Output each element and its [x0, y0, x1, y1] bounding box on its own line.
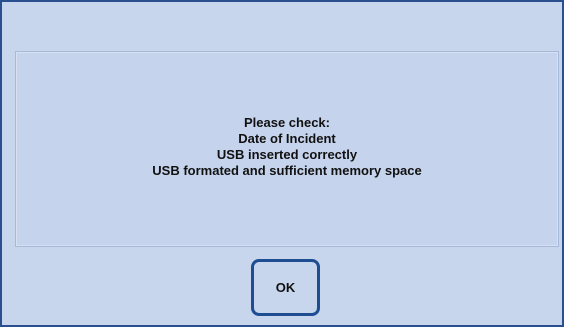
- message-line-date-of-incident: Date of Incident: [238, 131, 336, 146]
- message-line-please-check: Please check:: [243, 115, 330, 130]
- message-dialog: Please check: Date of Incident USB inser…: [0, 0, 564, 327]
- message-line-usb-formatted: USB formated and sufficient memory space: [152, 163, 422, 178]
- dialog-message: Please check: Date of Incident USB inser…: [152, 115, 421, 179]
- message-panel: Please check: Date of Incident USB inser…: [15, 51, 559, 247]
- ok-button[interactable]: OK: [251, 259, 320, 316]
- message-line-usb-inserted: USB inserted correctly: [216, 147, 358, 162]
